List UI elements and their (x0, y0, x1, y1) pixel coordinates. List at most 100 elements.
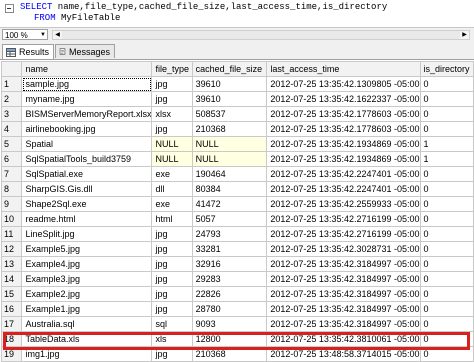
row-number[interactable]: 1 (0, 76, 23, 92)
tab-results[interactable]: Results (2, 44, 54, 59)
tab-messages[interactable]: Messages (55, 44, 115, 58)
cached-file-size-cell[interactable]: 5057 (191, 211, 268, 227)
file-type-cell[interactable]: jpg (151, 76, 193, 92)
last-access-time-cell[interactable]: 2012-07-25 13:35:42.2247401 -05:00 (266, 181, 421, 197)
is-directory-cell[interactable]: 1 (419, 151, 474, 167)
cached-file-size-cell[interactable]: 28780 (191, 301, 268, 317)
name-cell[interactable]: myname.jpg (21, 91, 153, 107)
last-access-time-cell[interactable]: 2012-07-25 13:35:42.1934869 -05:00 (266, 151, 421, 167)
is-directory-cell[interactable]: 0 (419, 346, 474, 362)
table-row[interactable]: 12 Example5.jpg jpg 33281 2012-07-25 13:35:4… (0, 241, 474, 257)
row-number[interactable]: 19 (0, 346, 23, 362)
cached-file-size-cell[interactable]: NULL (191, 136, 268, 152)
table-row[interactable]: 16 Example1.jpg jpg 28780 2012-07-25 13:35:4… (0, 301, 474, 317)
scroll-left-icon[interactable]: ◀ (53, 31, 62, 39)
last-access-time-cell[interactable]: 2012-07-25 13:35:42.2716199 -05:00 (266, 226, 421, 242)
table-row[interactable]: 8 SharpGIS.Gis.dll dll 80384 2012-07-25 13:3… (0, 181, 474, 197)
table-row[interactable]: 11 LineSplit.jpg jpg 24793 2012-07-25 13:35:… (0, 226, 474, 242)
table-row[interactable]: 10 readme.html html 5057 2012-07-25 13:35:42… (0, 211, 474, 227)
is-directory-cell[interactable]: 0 (419, 226, 474, 242)
row-number[interactable]: 16 (0, 301, 23, 317)
name-cell[interactable]: Spatial (21, 136, 153, 152)
row-number[interactable]: 17 (0, 316, 23, 332)
cached-file-size-cell[interactable]: 9093 (191, 316, 268, 332)
file-type-cell[interactable]: NULL (151, 151, 193, 167)
cached-file-size-cell[interactable]: 508537 (191, 106, 268, 122)
file-type-cell[interactable]: jpg (151, 286, 193, 302)
last-access-time-cell[interactable]: 2012-07-25 13:35:42.2559933 -05:00 (266, 196, 421, 212)
name-cell[interactable]: BISMServerMemoryReport.xlsx (21, 106, 153, 122)
file-type-cell[interactable]: jpg (151, 256, 193, 272)
table-row[interactable]: 6 SqlSpatialTools_build3759 NULL NULL 2012-0… (0, 151, 474, 167)
row-number[interactable]: 3 (0, 106, 23, 122)
is-directory-cell[interactable]: 0 (419, 301, 474, 317)
is-directory-cell[interactable]: 0 (419, 316, 474, 332)
cached-file-size-cell[interactable]: 22826 (191, 286, 268, 302)
file-type-cell[interactable]: jpg (151, 121, 193, 137)
name-cell[interactable]: SqlSpatialTools_build3759 (21, 151, 153, 167)
is-directory-cell[interactable]: 0 (419, 241, 474, 257)
table-row[interactable]: 5 Spatial NULL NULL 2012-07-25 13:35:42.1934… (0, 136, 474, 152)
last-access-time-cell[interactable]: 2012-07-25 13:35:42.1934869 -05:00 (266, 136, 421, 152)
last-access-time-cell[interactable]: 2012-07-25 13:48:58.3714015 -05:00 (266, 346, 421, 362)
file-type-cell[interactable]: jpg (151, 301, 193, 317)
file-type-cell[interactable]: jpg (151, 241, 193, 257)
row-number[interactable]: 7 (0, 166, 23, 182)
column-header-is-directory[interactable]: is_directory (419, 61, 474, 77)
last-access-time-cell[interactable]: 2012-07-25 13:35:42.3184997 -05:00 (266, 286, 421, 302)
file-type-cell[interactable]: exe (151, 166, 193, 182)
name-cell[interactable]: Example4.jpg (21, 256, 153, 272)
table-row[interactable]: 13 Example4.jpg jpg 32916 2012-07-25 13:35:4… (0, 256, 474, 272)
file-type-cell[interactable]: xls (151, 331, 193, 347)
is-directory-cell[interactable]: 0 (419, 106, 474, 122)
last-access-time-cell[interactable]: 2012-07-25 13:35:42.2247401 -05:00 (266, 166, 421, 182)
cached-file-size-cell[interactable]: 190464 (191, 166, 268, 182)
horizontal-scrollbar[interactable]: ◀ ▶ (52, 30, 470, 40)
last-access-time-cell[interactable]: 2012-07-25 13:35:42.3184997 -05:00 (266, 256, 421, 272)
cached-file-size-cell[interactable]: 41472 (191, 196, 268, 212)
last-access-time-cell[interactable]: 2012-07-25 13:35:42.3184997 -05:00 (266, 271, 421, 287)
name-cell[interactable]: Shape2Sql.exe (21, 196, 153, 212)
is-directory-cell[interactable]: 0 (419, 331, 474, 347)
name-cell[interactable]: SharpGIS.Gis.dll (21, 181, 153, 197)
name-cell[interactable]: img1.jpg (21, 346, 153, 362)
cached-file-size-cell[interactable]: NULL (191, 151, 268, 167)
table-row[interactable]: 4 airlinebooking.jpg jpg 210368 2012-07-25 1… (0, 121, 474, 137)
scroll-right-icon[interactable]: ▶ (460, 31, 469, 39)
file-type-cell[interactable]: jpg (151, 346, 193, 362)
table-row[interactable]: 15 Example2.jpg jpg 22826 2012-07-25 13:35:4… (0, 286, 474, 302)
table-row[interactable]: 7 SqlSpatial.exe exe 190464 2012-07-25 13:35… (0, 166, 474, 182)
table-row[interactable]: 17 Australia.sql sql 9093 2012-07-25 13:35:4… (0, 316, 474, 332)
collapse-icon[interactable] (4, 3, 14, 13)
is-directory-cell[interactable]: 0 (419, 121, 474, 137)
row-number[interactable]: 18 (0, 331, 23, 347)
name-cell[interactable]: SqlSpatial.exe (21, 166, 153, 182)
table-row[interactable]: 14 Example3.jpg jpg 29283 2012-07-25 13:35:4… (0, 271, 474, 287)
name-cell[interactable]: sample.jpg (21, 76, 153, 92)
name-cell[interactable]: Example2.jpg (21, 286, 153, 302)
file-type-cell[interactable]: dll (151, 181, 193, 197)
name-cell[interactable]: LineSplit.jpg (21, 226, 153, 242)
table-row[interactable]: 18 TableData.xls xls 12800 2012-07-25 13:35:… (0, 331, 474, 347)
file-type-cell[interactable]: jpg (151, 271, 193, 287)
row-number[interactable]: 6 (0, 151, 23, 167)
is-directory-cell[interactable]: 1 (419, 136, 474, 152)
cached-file-size-cell[interactable]: 210368 (191, 121, 268, 137)
is-directory-cell[interactable]: 0 (419, 286, 474, 302)
name-cell[interactable]: airlinebooking.jpg (21, 121, 153, 137)
row-number[interactable]: 5 (0, 136, 23, 152)
row-number[interactable]: 14 (0, 271, 23, 287)
cached-file-size-cell[interactable]: 39610 (191, 91, 268, 107)
query-editor[interactable]: SELECT name,file_type,cached_file_size,l… (0, 0, 474, 27)
name-cell[interactable]: TableData.xls (21, 331, 153, 347)
name-cell[interactable]: Australia.sql (21, 316, 153, 332)
corner-cell[interactable] (0, 61, 23, 77)
column-header-cached-file-size[interactable]: cached_file_size (191, 61, 268, 77)
cached-file-size-cell[interactable]: 32916 (191, 256, 268, 272)
is-directory-cell[interactable]: 0 (419, 76, 474, 92)
column-header-file-type[interactable]: file_type (151, 61, 193, 77)
table-row[interactable]: 9 Shape2Sql.exe exe 41472 2012-07-25 13:35:4… (0, 196, 474, 212)
results-grid[interactable]: name file_type cached_file_size last_acc… (0, 60, 474, 362)
cached-file-size-cell[interactable]: 210368 (191, 346, 268, 362)
table-row[interactable]: 1 sample.jpg jpg 39610 2012-07-25 13:35:42.1… (0, 76, 474, 92)
